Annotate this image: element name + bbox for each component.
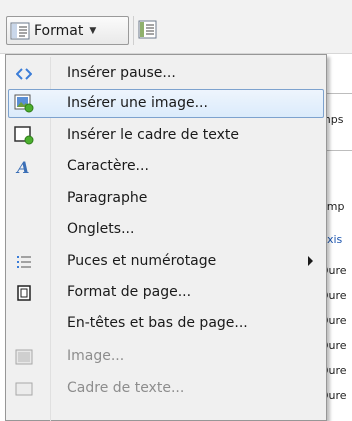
menu-item-paragraphe[interactable]: Paragraphe	[8, 184, 324, 213]
menu-item-label: Image...	[67, 348, 125, 364]
toolbar-separator	[133, 16, 134, 45]
menu-item-label: Cadre de texte...	[67, 380, 185, 396]
menu-item-label: Caractère...	[67, 158, 149, 174]
menu-item-label: Onglets...	[67, 221, 135, 237]
menu-item-label: En-têtes et bas de page...	[67, 315, 248, 331]
menu-item-cadre-texte[interactable]: Cadre de texte...	[8, 374, 324, 403]
menu-item-inserer-image[interactable]: Insérer une image...	[8, 89, 324, 118]
menu-item-label: Paragraphe	[67, 190, 148, 206]
insert-frame-icon	[14, 126, 34, 145]
page-format-icon	[14, 283, 34, 302]
menu-item-format-page[interactable]: Format de page...	[8, 278, 324, 307]
format-dropdown-menu: Insérer pause... Insérer une image... In…	[5, 54, 327, 421]
menu-item-label: Insérer pause...	[67, 65, 176, 81]
menu-item-image[interactable]: Image...	[8, 342, 324, 371]
character-icon: A	[14, 157, 34, 176]
insert-image-icon	[14, 94, 34, 113]
menu-item-inserer-pause[interactable]: Insérer pause...	[8, 59, 324, 88]
menu-item-label: Insérer une image...	[67, 95, 208, 111]
menu-item-puces-numerotage[interactable]: Puces et numérotage	[8, 247, 324, 276]
menu-item-onglets[interactable]: Onglets...	[8, 215, 324, 244]
menu-item-caractere[interactable]: A Caractère...	[8, 152, 324, 181]
menu-item-inserer-cadre[interactable]: Insérer le cadre de texte	[8, 121, 324, 150]
styles-icon[interactable]	[137, 20, 159, 40]
paragraph-format-icon	[10, 22, 30, 40]
bullet-list-icon	[14, 252, 34, 271]
submenu-arrow-icon	[308, 256, 313, 266]
text-frame-icon	[14, 379, 34, 398]
format-menu-button[interactable]: Format ▼	[6, 16, 129, 45]
menu-item-label: Insérer le cadre de texte	[67, 127, 239, 143]
menu-item-label: Format de page...	[67, 284, 192, 300]
image-icon	[14, 347, 34, 366]
caret-down-icon: ▼	[89, 25, 97, 36]
svg-text:A: A	[15, 159, 29, 175]
format-menu-label: Format	[34, 22, 84, 39]
code-brackets-icon	[14, 64, 34, 83]
menu-item-label: Puces et numérotage	[67, 253, 217, 269]
menu-item-entetes-bas-page[interactable]: En-têtes et bas de page...	[8, 309, 324, 338]
